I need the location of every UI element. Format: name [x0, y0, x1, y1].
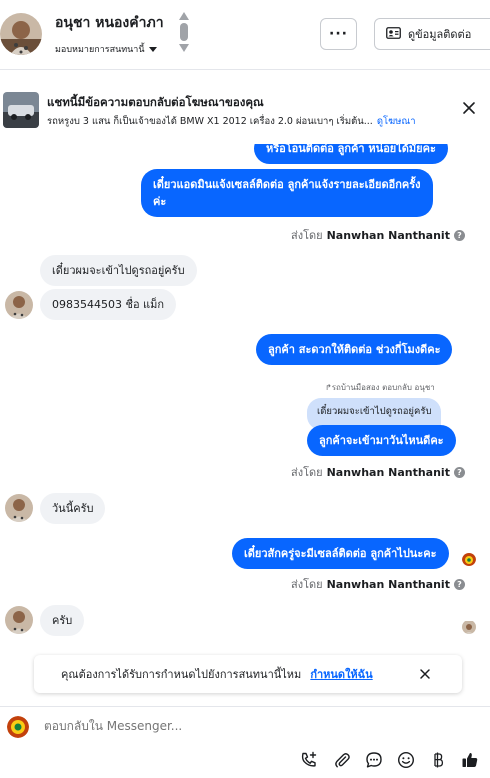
sent-by-prefix: ส่งโดย — [291, 229, 323, 242]
sent-by-prefix: ส่งโดย — [291, 466, 323, 479]
message-line: เดี๋ยวแอดมินแจ้งเซลล์ติดต่อ ลูกค้าแจ้งรา… — [153, 178, 421, 191]
seen-indicator-avatar — [462, 552, 476, 566]
assignment-prompt-text: คุณต้องการได้รับการกำหนดไปยังการสนทนานี้… — [61, 668, 302, 681]
reply-input[interactable] — [44, 719, 464, 733]
more-options-button[interactable]: ··· — [320, 18, 357, 50]
assign-dropdown[interactable]: มอบหมายการสนทนานี้ — [55, 42, 157, 56]
outgoing-message[interactable]: หรือโอนติดต่อ ลูกค้า หน่อยได้มั้ยคะ — [254, 144, 448, 164]
incoming-message[interactable]: ครับ — [40, 605, 85, 636]
contact-avatar[interactable] — [0, 13, 42, 55]
assign-to-me-link[interactable]: กำหนดให้ฉัน — [310, 665, 372, 683]
baht-payment-icon[interactable] — [429, 751, 447, 769]
reply-context-label: ↱รถบ้านมือสอง ตอบกลับ อนุชา — [325, 381, 435, 394]
sender-name: Nanwhan Nanthanit — [326, 228, 450, 242]
sent-by-label: ส่งโดย Nanwhan Nanthanit ? — [291, 226, 465, 244]
phone-add-icon[interactable] — [300, 751, 318, 769]
view-ad-link[interactable]: ดูโฆษณา — [377, 116, 416, 127]
ad-description-text: รถหรูงบ 3 แสน ก็เป็นเจ้าของได้ BMW X1 20… — [47, 116, 373, 127]
customer-avatar[interactable] — [5, 606, 33, 634]
info-icon[interactable]: ? — [453, 466, 465, 478]
info-icon[interactable]: ? — [453, 578, 465, 590]
reply-context-text: รถบ้านมือสอง ตอบกลับ อนุชา — [331, 383, 435, 392]
emoji-icon[interactable] — [397, 751, 415, 769]
outgoing-message[interactable]: เดี๋ยวสักครู่จะมีเซลล์ติดต่อ ลูกค้าไปนะค… — [232, 538, 449, 569]
ad-thumbnail[interactable] — [3, 92, 39, 128]
outgoing-message[interactable]: ลูกค้าจะเข้ามาวันไหนดีคะ — [307, 425, 456, 456]
incoming-message[interactable]: วันนี้ครับ — [40, 493, 106, 524]
message-line: ค่ะ — [153, 195, 167, 208]
close-icon[interactable] — [418, 667, 432, 681]
stepper-handle — [180, 23, 188, 41]
info-icon[interactable]: ? — [453, 229, 465, 241]
assignment-prompt: คุณต้องการได้รับการกำหนดไปยังการสนทนานี้… — [34, 655, 462, 693]
customer-avatar[interactable] — [5, 291, 33, 319]
message-composer — [0, 706, 490, 778]
incoming-message[interactable]: 0983544503 ชื่อ แม็ก — [40, 289, 177, 320]
customer-avatar[interactable] — [5, 494, 33, 522]
sent-by-label: ส่งโดย Nanwhan Nanthanit ? — [291, 463, 465, 481]
page-avatar — [7, 716, 29, 738]
sent-by-prefix: ส่งโดย — [291, 578, 323, 591]
sender-name: Nanwhan Nanthanit — [326, 577, 450, 591]
conversation-header: อนุชา หนองคำภา มอบหมายการสนทนานี้ ··· ดู… — [0, 0, 490, 70]
thumbs-up-icon[interactable] — [461, 751, 479, 769]
outgoing-message[interactable]: เดี๋ยวแอดมินแจ้งเซลล์ติดต่อ ลูกค้าแจ้งรา… — [141, 169, 433, 217]
assign-label: มอบหมายการสนทนานี้ — [55, 45, 145, 55]
ad-banner-title: แชทนี้มีข้อความตอบกลับต่อโฆษณาของคุณ — [47, 95, 264, 109]
caret-down-icon — [148, 46, 157, 52]
chevron-down-icon[interactable] — [179, 44, 189, 52]
contact-name[interactable]: อนุชา หนองคำภา — [55, 12, 164, 34]
sender-name: Nanwhan Nanthanit — [326, 465, 450, 479]
outgoing-message[interactable]: ลูกค้า สะดวกให้ติดต่อ ช่วงกี่โมงดีคะ — [256, 334, 453, 365]
incoming-message[interactable]: เดี๋ยวผมจะเข้าไปดูรถอยู่ครับ — [40, 255, 197, 286]
seen-indicator-avatar — [462, 620, 476, 634]
attachment-icon[interactable] — [333, 751, 351, 769]
chat-bubble-icon[interactable] — [365, 751, 383, 769]
contact-info-label: ดูข้อมูลติดต่อ — [408, 28, 472, 41]
chevron-up-icon[interactable] — [179, 12, 189, 20]
reply-arrow-icon: ↱ — [325, 383, 332, 392]
conversation-stepper[interactable] — [178, 12, 190, 58]
message-thread[interactable]: หรือโอนติดต่อ ลูกค้า หน่อยได้มั้ยคะ เดี๋… — [0, 144, 490, 706]
ad-banner-description: รถหรูงบ 3 แสน ก็เป็นเจ้าของได้ BMW X1 20… — [47, 114, 416, 129]
ad-reply-banner: แชทนี้มีข้อความตอบกลับต่อโฆษณาของคุณ รถห… — [0, 80, 490, 144]
close-icon[interactable] — [461, 100, 477, 116]
contact-card-icon — [386, 26, 401, 42]
sent-by-label: ส่งโดย Nanwhan Nanthanit ? — [291, 575, 465, 593]
view-contact-info-button[interactable]: ดูข้อมูลติดต่อ — [374, 18, 490, 50]
